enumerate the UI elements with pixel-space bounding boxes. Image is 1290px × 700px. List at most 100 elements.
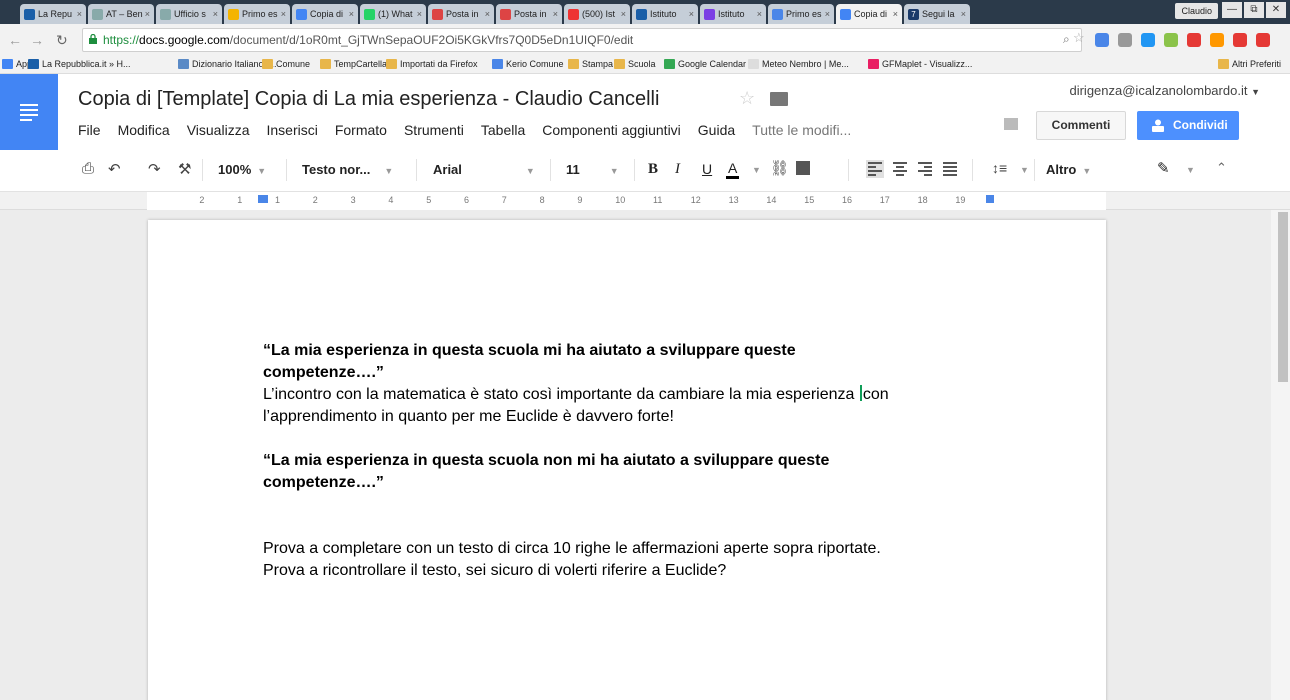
close-tab-icon[interactable]: × bbox=[689, 9, 694, 19]
redo-icon[interactable]: ↷ bbox=[148, 160, 161, 178]
close-tab-icon[interactable]: × bbox=[77, 9, 82, 19]
menu-formato[interactable]: Formato bbox=[335, 122, 387, 138]
bookmark-item[interactable]: Altri Preferiti bbox=[1218, 59, 1281, 69]
back-icon[interactable]: ← bbox=[8, 32, 22, 48]
align-right-icon[interactable] bbox=[918, 162, 932, 176]
menu-strumenti[interactable]: Strumenti bbox=[404, 122, 464, 138]
vertical-scrollbar[interactable] bbox=[1271, 210, 1290, 700]
more-menu[interactable]: Altro ▼ bbox=[1046, 162, 1091, 177]
saved-status[interactable]: Tutte le modifi... bbox=[752, 122, 851, 138]
share-button[interactable]: Condividi bbox=[1137, 111, 1239, 140]
text-color-button[interactable]: A bbox=[726, 160, 740, 179]
bookmark-star-icon[interactable]: ☆ bbox=[1073, 30, 1085, 46]
bookmark-item[interactable]: La Repubblica.it » H... bbox=[28, 59, 131, 69]
link-icon[interactable]: ⛓ bbox=[770, 159, 789, 177]
font-size-select[interactable]: 11 ▼ bbox=[566, 162, 619, 177]
profile-button[interactable]: Claudio bbox=[1175, 3, 1218, 19]
font-select[interactable]: Arial ▼ bbox=[433, 162, 535, 177]
browser-tab[interactable]: Ufficio s × bbox=[156, 4, 222, 24]
zoom-icon[interactable]: ⌕ bbox=[1063, 32, 1070, 47]
paint-format-icon[interactable]: ⚒ bbox=[178, 160, 191, 178]
zoom-select[interactable]: 100% ▼ bbox=[218, 162, 266, 177]
close-tab-icon[interactable]: × bbox=[349, 9, 354, 19]
close-window-button[interactable]: ✕ bbox=[1266, 2, 1286, 18]
menu-guida[interactable]: Guida bbox=[698, 122, 735, 138]
line-spacing-icon[interactable]: ↕≡ bbox=[992, 160, 1007, 176]
close-tab-icon[interactable]: × bbox=[145, 9, 150, 19]
browser-tab[interactable]: Primo es × bbox=[768, 4, 834, 24]
browser-tab[interactable]: (1) What × bbox=[360, 4, 426, 24]
comment-icon[interactable] bbox=[796, 161, 810, 175]
close-tab-icon[interactable]: × bbox=[417, 9, 422, 19]
bookmark-item[interactable]: Stampa bbox=[568, 59, 613, 69]
extension-icon[interactable] bbox=[1256, 33, 1270, 47]
document-body[interactable]: “La mia esperienza in questa scuola mi h… bbox=[263, 340, 973, 582]
extension-icon[interactable] bbox=[1141, 33, 1155, 47]
document-page[interactable]: “La mia esperienza in questa scuola mi h… bbox=[148, 220, 1106, 700]
close-tab-icon[interactable]: × bbox=[281, 9, 286, 19]
address-bar[interactable]: https://docs.google.com/document/d/1oR0m… bbox=[82, 28, 1082, 52]
scrollbar-thumb[interactable] bbox=[1278, 212, 1288, 382]
extension-icon[interactable] bbox=[1164, 33, 1178, 47]
docs-home-icon[interactable] bbox=[0, 74, 58, 150]
browser-tab[interactable]: Copia di × bbox=[836, 4, 902, 24]
align-center-icon[interactable] bbox=[893, 162, 907, 176]
bold-button[interactable]: B bbox=[648, 161, 658, 178]
bookmark-item[interactable]: GFMaplet - Visualizz... bbox=[868, 59, 972, 69]
close-tab-icon[interactable]: × bbox=[553, 9, 558, 19]
browser-tab[interactable]: La Repu × bbox=[20, 4, 86, 24]
extension-icon[interactable] bbox=[1210, 33, 1224, 47]
underline-button[interactable]: U bbox=[702, 161, 712, 177]
bookmark-item[interactable]: Google Calendar bbox=[664, 59, 746, 69]
print-icon[interactable]: ⎙ bbox=[82, 160, 94, 177]
browser-tab[interactable]: 7 Segui la × bbox=[904, 4, 970, 24]
close-tab-icon[interactable]: × bbox=[893, 9, 898, 19]
close-tab-icon[interactable]: × bbox=[961, 9, 966, 19]
browser-tab[interactable]: (500) Ist × bbox=[564, 4, 630, 24]
document-title[interactable]: Copia di [Template] Copia di La mia espe… bbox=[78, 88, 659, 111]
minimize-button[interactable]: — bbox=[1222, 2, 1242, 18]
forward-icon[interactable]: → bbox=[30, 32, 44, 48]
menu-visualizza[interactable]: Visualizza bbox=[187, 122, 250, 138]
bookmark-item[interactable]: TempCartella bbox=[320, 59, 387, 69]
close-tab-icon[interactable]: × bbox=[621, 9, 626, 19]
browser-tab[interactable]: AT – Ben × bbox=[88, 4, 154, 24]
extension-icon[interactable] bbox=[1118, 33, 1132, 47]
close-tab-icon[interactable]: × bbox=[485, 9, 490, 19]
close-tab-icon[interactable]: × bbox=[825, 9, 830, 19]
caret-icon[interactable]: ▼ bbox=[752, 165, 761, 175]
menu-file[interactable]: File bbox=[78, 122, 101, 138]
style-select[interactable]: Testo nor... ▼ bbox=[302, 162, 393, 177]
menu-modifica[interactable]: Modifica bbox=[118, 122, 170, 138]
bookmark-item[interactable]: Kerio Comune bbox=[492, 59, 564, 69]
close-tab-icon[interactable]: × bbox=[213, 9, 218, 19]
browser-tab[interactable]: Copia di × bbox=[292, 4, 358, 24]
star-icon[interactable]: ☆ bbox=[739, 88, 755, 109]
justify-icon[interactable] bbox=[943, 162, 957, 176]
extension-icon[interactable] bbox=[1233, 33, 1247, 47]
menu-componenti-aggiuntivi[interactable]: Componenti aggiuntivi bbox=[542, 122, 681, 138]
browser-tab[interactable]: Posta in × bbox=[428, 4, 494, 24]
browser-tab[interactable]: Posta in × bbox=[496, 4, 562, 24]
menu-tabella[interactable]: Tabella bbox=[481, 122, 525, 138]
collapse-icon[interactable]: ⌃ bbox=[1216, 160, 1227, 176]
caret-icon[interactable]: ▼ bbox=[1020, 165, 1029, 175]
italic-button[interactable]: I bbox=[675, 161, 680, 178]
browser-tab[interactable]: Istituto × bbox=[700, 4, 766, 24]
align-left-icon[interactable] bbox=[866, 160, 884, 178]
bookmark-item[interactable]: Scuola bbox=[614, 59, 656, 69]
folder-icon[interactable] bbox=[770, 92, 788, 106]
extension-icon[interactable] bbox=[1187, 33, 1201, 47]
account-email[interactable]: dirigenza@icalzanolombardo.it ▼ bbox=[1069, 83, 1260, 98]
right-indent-marker[interactable] bbox=[986, 195, 994, 203]
comment-history-icon[interactable] bbox=[1004, 118, 1018, 130]
pencil-icon[interactable]: ✎ bbox=[1157, 159, 1170, 177]
indent-marker[interactable] bbox=[258, 195, 268, 203]
bookmark-item[interactable]: Meteo Nembro | Me... bbox=[748, 59, 849, 69]
maximize-button[interactable]: ⧉ bbox=[1244, 2, 1264, 18]
reload-icon[interactable]: ↻ bbox=[56, 32, 68, 49]
comments-button[interactable]: Commenti bbox=[1036, 111, 1126, 140]
undo-icon[interactable]: ↶ bbox=[108, 160, 121, 178]
extension-icon[interactable] bbox=[1095, 33, 1109, 47]
bookmark-item[interactable]: Importati da Firefox bbox=[386, 59, 478, 69]
